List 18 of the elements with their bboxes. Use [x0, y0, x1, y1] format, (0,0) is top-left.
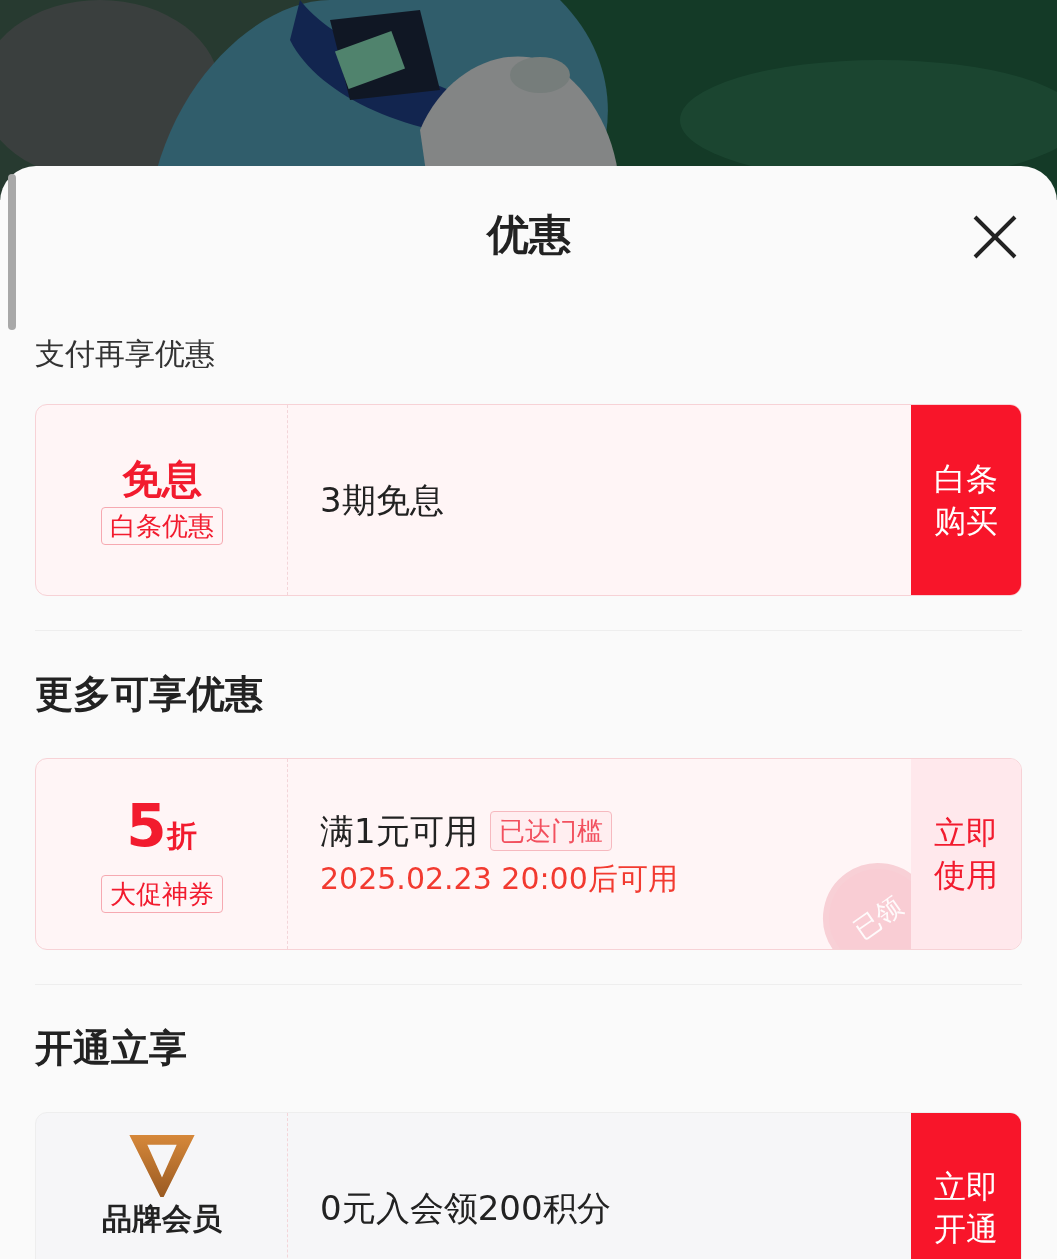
section-heading: 支付再享优惠 [35, 334, 215, 373]
threshold-badge: 已达门槛 [489, 811, 612, 851]
v-logo-icon [128, 1135, 195, 1197]
offer-description: 3期免息 [320, 479, 444, 521]
offer-tag: 白条优惠 [100, 507, 223, 545]
offer-value: 免息 [121, 455, 202, 503]
offer-tag: 品牌会员 [101, 1201, 222, 1237]
sheet-title: 优惠 [486, 208, 571, 261]
discount-value: 5折 [126, 795, 197, 862]
offer-action-button[interactable]: 立即 开通 [911, 1113, 1021, 1259]
offer-description: 0元入会领200积分 [320, 1187, 611, 1229]
offer-note: 2025.02.23 20:00后可用 [320, 860, 679, 898]
offer-tag: 大促神券 [100, 874, 223, 913]
offer-action-button[interactable]: 立即 使用 [911, 759, 1021, 949]
section-heading: 开通立享 [35, 1025, 187, 1072]
offer-description: 满1元可用 [320, 810, 478, 852]
section-heading: 更多可享优惠 [35, 671, 263, 718]
offer-action-button[interactable]: 白条 购买 [911, 405, 1021, 595]
